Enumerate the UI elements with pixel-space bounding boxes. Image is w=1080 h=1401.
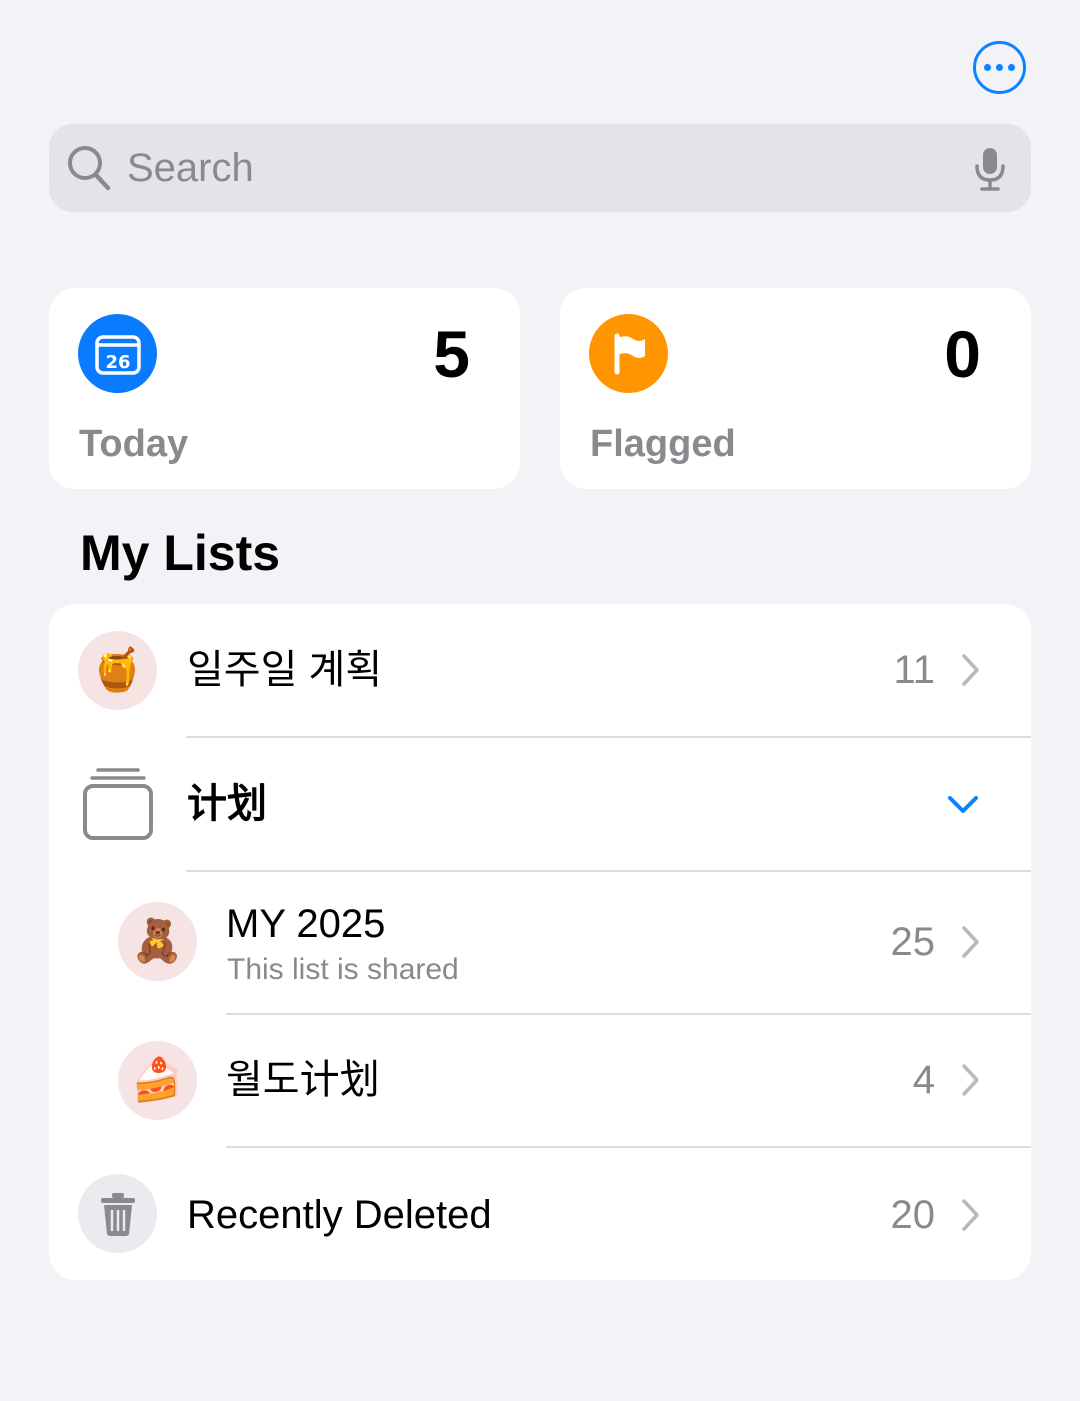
search-input[interactable]: Search — [127, 124, 254, 212]
chevron-right-icon — [962, 926, 979, 958]
teddy-bear-icon: 🧸 — [118, 902, 197, 981]
today-label: Today — [79, 423, 189, 465]
list-item[interactable]: 🍰 월도计划 4 — [49, 1015, 1031, 1147]
list-count: 20 — [890, 1193, 936, 1237]
list-item[interactable]: 🍯 일주일 계획 11 — [49, 604, 1031, 737]
list-title: 월도计划 — [226, 1058, 380, 1102]
flag-icon — [589, 314, 668, 393]
microphone-icon[interactable] — [973, 146, 1007, 192]
list-item-recently-deleted[interactable]: Recently Deleted 20 — [49, 1148, 1031, 1280]
chevron-down-icon[interactable] — [947, 795, 979, 815]
ellipsis-dot — [1008, 64, 1015, 71]
my-lists: 🍯 일주일 계획 11 计划 🧸 MY 2025 This list is sh… — [49, 604, 1031, 1280]
flagged-count: 0 — [944, 317, 981, 391]
stack-folder-icon — [83, 768, 153, 840]
list-count: 11 — [893, 648, 935, 692]
list-count: 25 — [890, 920, 936, 964]
chevron-right-icon — [962, 654, 979, 686]
calendar-date: 26 — [105, 352, 130, 373]
calendar-icon: 26 — [78, 314, 157, 393]
list-subtitle: This list is shared — [227, 953, 459, 986]
trash-icon — [78, 1174, 157, 1253]
flagged-label: Flagged — [590, 423, 736, 465]
cake-icon: 🍰 — [118, 1041, 197, 1120]
today-card[interactable]: 26 5 Today — [49, 288, 520, 489]
more-options-button[interactable] — [973, 41, 1026, 94]
list-count: 4 — [912, 1058, 935, 1102]
list-group[interactable]: 计划 — [49, 738, 1031, 870]
today-count: 5 — [433, 317, 470, 391]
magnifier-icon — [67, 145, 111, 191]
ellipsis-circle-icon — [984, 64, 991, 71]
search-bar[interactable]: Search — [49, 124, 1031, 212]
chevron-right-icon — [962, 1199, 979, 1231]
section-title: My Lists — [80, 525, 281, 581]
list-title: 일주일 계획 — [187, 648, 383, 692]
ellipsis-dot — [996, 64, 1003, 71]
flagged-card[interactable]: 0 Flagged — [560, 288, 1031, 489]
chevron-right-icon — [962, 1064, 979, 1096]
list-item[interactable]: 🧸 MY 2025 This list is shared 25 — [49, 872, 1031, 1013]
group-title: 计划 — [187, 782, 267, 826]
list-title: Recently Deleted — [187, 1193, 492, 1237]
honey-pot-icon: 🍯 — [78, 631, 157, 710]
list-title: MY 2025 — [226, 902, 386, 946]
